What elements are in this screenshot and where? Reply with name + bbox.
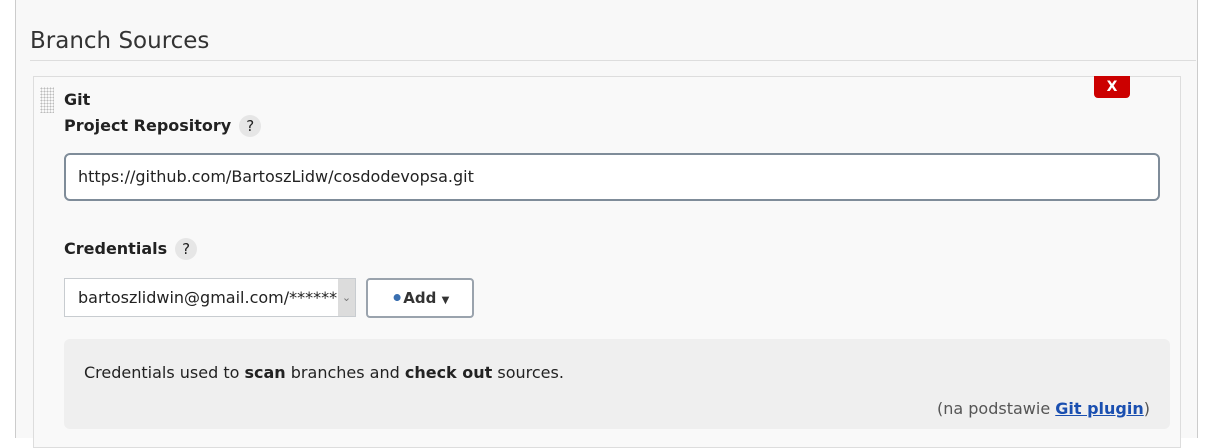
drag-handle-icon[interactable] <box>40 87 54 113</box>
key-icon: ⚫ <box>390 289 404 307</box>
delete-button[interactable]: X <box>1094 76 1130 98</box>
help-icon[interactable]: ? <box>175 238 198 260</box>
divider <box>30 60 1196 61</box>
credentials-label: Credentials <box>64 239 168 258</box>
repo-label: Project Repository <box>64 116 232 135</box>
help-info-box: Credentials used to scan branches and ch… <box>64 339 1170 429</box>
info-text: Credentials used to scan branches and ch… <box>84 363 564 382</box>
config-page: Branch Sources X Git Project Repository?… <box>15 0 1198 448</box>
help-icon[interactable]: ? <box>239 115 262 137</box>
git-plugin-link[interactable]: Git plugin <box>1055 399 1144 418</box>
add-credentials-button[interactable]: ⚫Add ▼ <box>366 278 474 318</box>
add-label: Add <box>403 289 437 307</box>
plugin-attribution: (na podstawie Git plugin) <box>937 399 1150 418</box>
source-type: Git <box>64 90 91 109</box>
caret-down-icon: ▼ <box>441 295 450 306</box>
credentials-label-row: Credentials? <box>64 238 198 260</box>
section-title: Branch Sources <box>30 28 210 54</box>
credentials-value: bartoszlidwin@gmail.com/****** <box>78 288 338 307</box>
chevron-down-icon: ⌄ <box>338 279 355 316</box>
credentials-select[interactable]: bartoszlidwin@gmail.com/****** ⌄ <box>64 278 356 317</box>
repo-url-input[interactable]: https://github.com/BartoszLidw/cosdodevo… <box>64 153 1160 201</box>
git-source-panel: X Git Project Repository? https://github… <box>33 76 1181 448</box>
repo-label-row: Project Repository? <box>64 115 262 137</box>
